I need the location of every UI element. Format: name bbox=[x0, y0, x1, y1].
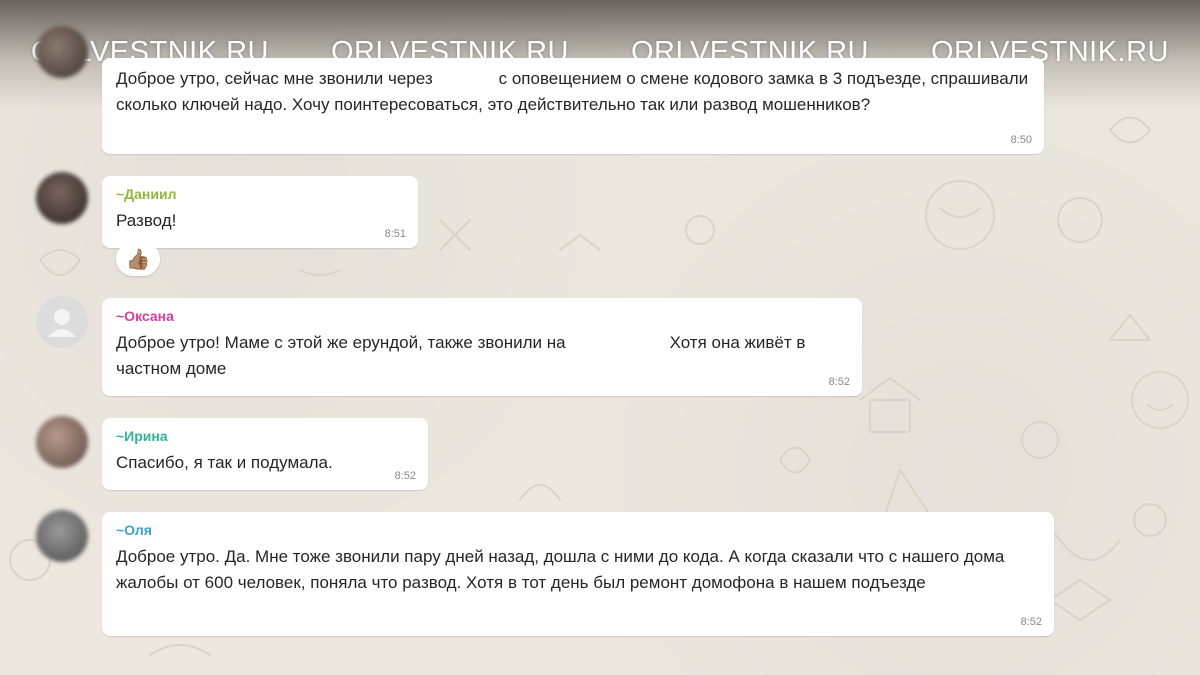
message-bubble[interactable]: Доброе утро, сейчас мне звонили через с о… bbox=[102, 58, 1044, 154]
avatar[interactable] bbox=[36, 416, 88, 468]
message-text: Доброе утро! Маме с этой же ерундой, так… bbox=[116, 333, 806, 378]
message-bubble[interactable]: ~Оксана Доброе утро! Маме с этой же ерун… bbox=[102, 298, 862, 396]
sender-name[interactable]: ~Даниил bbox=[116, 186, 404, 202]
sender-name[interactable]: ~Оля bbox=[116, 522, 1040, 538]
sender-name[interactable]: ~Оксана bbox=[116, 308, 848, 324]
message-text: Доброе утро, сейчас мне звонили через с о… bbox=[116, 69, 1029, 114]
message-text: Доброе утро. Да. Мне тоже звонили пару д… bbox=[116, 547, 1005, 592]
message-bubble[interactable]: ~Оля Доброе утро. Да. Мне тоже звонили п… bbox=[102, 512, 1054, 636]
thumbs-up-icon: 👍🏽 bbox=[125, 248, 151, 271]
message-timestamp: 8:52 bbox=[1020, 616, 1042, 628]
person-icon bbox=[48, 309, 76, 337]
message-text: Развод! bbox=[116, 211, 177, 230]
message-bubble[interactable]: ~Даниил Развод! 8:51 bbox=[102, 176, 418, 248]
message-timestamp: 8:50 bbox=[1010, 134, 1032, 146]
avatar[interactable] bbox=[36, 510, 88, 562]
message-text: Спасибо, я так и подумала. bbox=[116, 453, 333, 472]
avatar[interactable] bbox=[36, 26, 88, 78]
message-bubble[interactable]: ~Ирина Спасибо, я так и подумала. 8:52 bbox=[102, 418, 428, 490]
message-timestamp: 8:52 bbox=[394, 470, 416, 482]
sender-name[interactable]: ~Ирина bbox=[116, 428, 414, 444]
reaction-badge[interactable]: 👍🏽 bbox=[116, 242, 160, 276]
avatar-placeholder[interactable] bbox=[36, 296, 88, 348]
avatar[interactable] bbox=[36, 172, 88, 224]
message-timestamp: 8:52 bbox=[828, 376, 850, 388]
message-timestamp: 8:51 bbox=[384, 228, 406, 240]
